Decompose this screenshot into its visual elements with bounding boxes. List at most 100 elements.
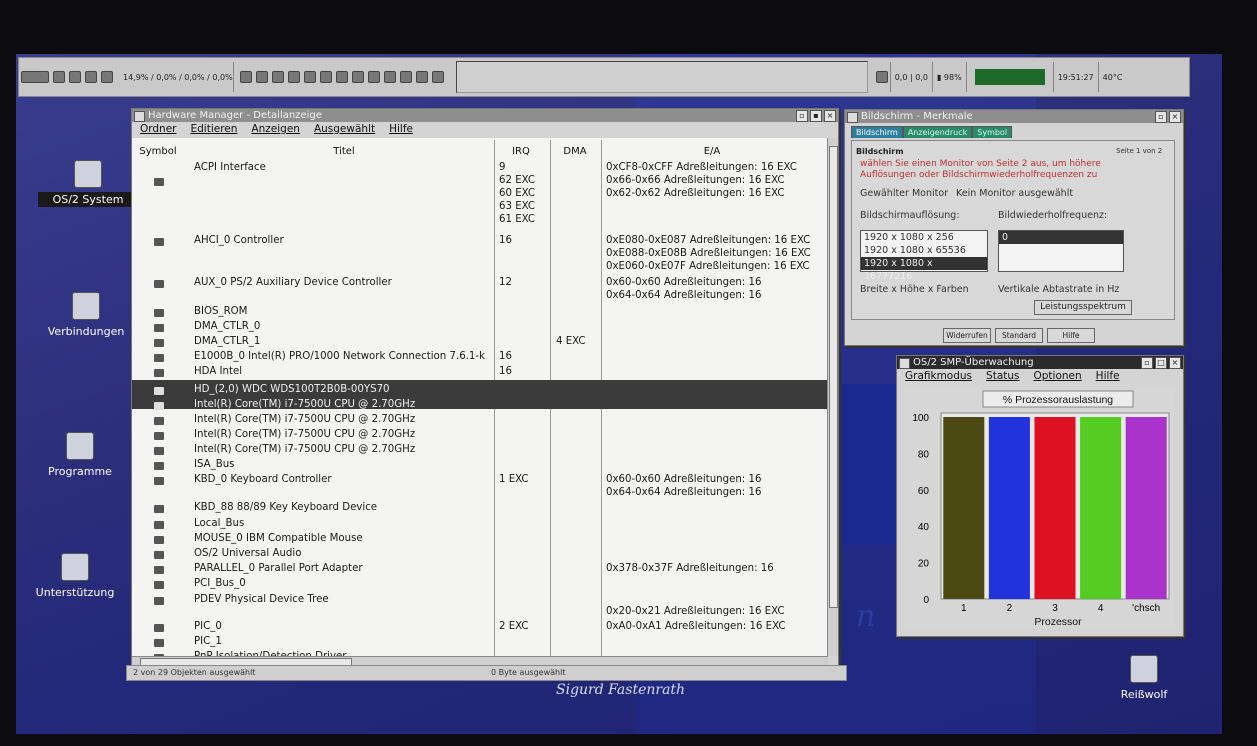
cell-titel: KBD_88 88/89 Key Keyboard Device	[194, 502, 378, 513]
bs-page: Bildschirm Seite 1 von 2 wählen Sie eine…	[851, 140, 1175, 320]
hide-button[interactable]: ▫	[1155, 111, 1167, 123]
menu-anzeigen[interactable]: Anzeigen	[251, 123, 300, 135]
cpu-load-readout: 14,9% / 0,0% / 0,0% / 0,0%	[123, 72, 233, 82]
app-icon[interactable]	[415, 71, 428, 83]
app-icon[interactable]	[271, 71, 284, 83]
monitor-icon[interactable]	[101, 71, 113, 83]
device-icon	[154, 402, 164, 410]
close-button[interactable]: ×	[1169, 357, 1181, 369]
bs-titlebar[interactable]: Bildschirm - Merkmale ▫ ×	[845, 110, 1183, 123]
app-icon[interactable]	[255, 71, 268, 83]
tab-anzeigendruck[interactable]: Anzeigendruck	[902, 126, 973, 138]
cell-irq: 62 EXC	[499, 175, 535, 186]
cell-ea: 0xE060-0xE07F Adreßleitungen: 16 EXC	[606, 261, 810, 272]
scroll-thumb[interactable]	[829, 146, 838, 608]
menu-hilfe[interactable]: Hilfe	[1096, 370, 1120, 382]
menu-status[interactable]: Status	[986, 370, 1019, 382]
cell-ea: 0x20-0x21 Adreßleitungen: 16 EXC	[606, 606, 785, 617]
cell-ea: 0x60-0x60 Adreßleitungen: 16	[606, 474, 762, 485]
window-list-area[interactable]	[455, 61, 868, 93]
hide-button[interactable]: ▫	[1141, 357, 1153, 369]
default-button[interactable]: Standard	[995, 328, 1043, 343]
hw-titlebar[interactable]: Hardware Manager - Detailanzeige ▫ ▪ ×	[132, 109, 838, 122]
cell-titel: KBD_0 Keyboard Controller	[194, 474, 332, 485]
cell-titel: ISA_Bus	[194, 459, 235, 470]
connections-folder[interactable]: Verbindungen	[36, 292, 136, 339]
bar-processor-4	[1080, 417, 1122, 599]
menu-editieren[interactable]: Editieren	[191, 123, 238, 135]
cpu-graph	[965, 62, 1053, 92]
browser-icon[interactable]	[367, 71, 380, 83]
os2-system-folder[interactable]: OS/2 System	[38, 160, 138, 207]
tab-symbol[interactable]: Symbol	[972, 126, 1013, 138]
col-irq[interactable]: IRQ	[494, 146, 548, 157]
cell-irq: 2 EXC	[499, 621, 529, 632]
lock-icon[interactable]	[53, 71, 65, 83]
list-item[interactable]: 1920 x 1080 x 256	[861, 231, 987, 244]
cell-titel: BIOS_ROM	[194, 306, 248, 317]
smp-titlebar[interactable]: OS/2 SMP-Überwachung ▫ □ ×	[897, 356, 1183, 369]
find-icon[interactable]	[69, 71, 81, 83]
bar-processor-1	[943, 417, 985, 599]
x-axis-label: Prozessor	[1034, 616, 1082, 628]
app-icon[interactable]	[319, 71, 332, 83]
close-button[interactable]: ×	[1169, 111, 1181, 123]
col-symbol[interactable]: Symbol	[138, 146, 178, 157]
programs-icon	[66, 432, 94, 460]
system-menu-icon[interactable]	[847, 112, 858, 123]
list-item[interactable]: 1920 x 1080 x 65536	[861, 244, 987, 257]
list-item[interactable]: 1920 x 1080 x 16777216	[861, 257, 987, 282]
system-menu-icon[interactable]	[899, 358, 910, 369]
desktop-menu-icon[interactable]	[21, 71, 49, 83]
cell-ea: 0x64-0x64 Adreßleitungen: 16	[606, 290, 762, 301]
menu-grafikmodus[interactable]: Grafikmodus	[905, 370, 972, 382]
shredder[interactable]: Reißwolf	[1094, 655, 1194, 702]
tab-bildschirm[interactable]: Bildschirm	[851, 126, 903, 138]
cell-dma: 4 EXC	[556, 336, 586, 347]
col-ea[interactable]: E/A	[602, 146, 822, 157]
hide-button[interactable]: ▫	[796, 110, 808, 122]
resolution-list[interactable]: 1920 x 1080 x 256 1920 x 1080 x 65536 19…	[860, 230, 988, 282]
list-item[interactable]: 0	[999, 231, 1123, 244]
cell-irq: 9	[499, 162, 506, 173]
app-icon[interactable]	[383, 71, 396, 83]
vertical-scrollbar[interactable]	[827, 138, 838, 656]
device-icon	[154, 521, 164, 529]
programs-folder[interactable]: Programme	[30, 432, 130, 479]
app-icon[interactable]	[335, 71, 348, 83]
y-ticks: 0 20 40 60 80 100	[912, 413, 929, 606]
menu-ausgewaehlt[interactable]: Ausgewählt	[314, 123, 375, 135]
x-tick-label: 1	[961, 603, 967, 614]
box-icon[interactable]	[85, 71, 97, 83]
user-icon[interactable]	[875, 71, 888, 83]
col-dma[interactable]: DMA	[550, 146, 600, 157]
frequency-list[interactable]: 0	[998, 230, 1124, 272]
app-icon[interactable]	[287, 71, 300, 83]
warning-icon[interactable]	[431, 71, 444, 83]
minimize-button[interactable]: ▪	[810, 110, 822, 122]
hw-menubar: Ordner Editieren Anzeigen Ausgewählt Hil…	[132, 122, 838, 136]
system-menu-icon[interactable]	[134, 111, 145, 122]
menu-optionen[interactable]: Optionen	[1034, 370, 1082, 382]
close-button[interactable]: ×	[824, 110, 836, 122]
help-button[interactable]: Hilfe	[1047, 328, 1095, 343]
menu-hilfe[interactable]: Hilfe	[389, 123, 413, 135]
app-icon[interactable]	[303, 71, 316, 83]
cell-titel: DMA_CTLR_0	[194, 321, 261, 332]
device-icon	[154, 387, 164, 395]
smp-monitor-window: OS/2 SMP-Überwachung ▫ □ × Grafikmodus S…	[896, 355, 1184, 637]
maximize-button[interactable]: □	[1155, 357, 1167, 369]
undo-button[interactable]: Widerrufen	[943, 328, 991, 343]
device-icon	[154, 369, 164, 377]
col-titel[interactable]: Titel	[194, 146, 494, 157]
app-icon[interactable]	[351, 71, 364, 83]
performance-spectrum-button[interactable]: Leistungsspektrum	[1034, 300, 1132, 315]
bar-processor-3	[1034, 417, 1076, 599]
support-folder[interactable]: Unterstützung	[25, 553, 125, 600]
menu-ordner[interactable]: Ordner	[140, 123, 177, 135]
cell-irq: 63 EXC	[499, 201, 535, 212]
cell-irq: 1 EXC	[499, 474, 529, 485]
app-icon[interactable]	[239, 71, 252, 83]
app-icon[interactable]	[399, 71, 412, 83]
device-icon	[154, 178, 164, 186]
